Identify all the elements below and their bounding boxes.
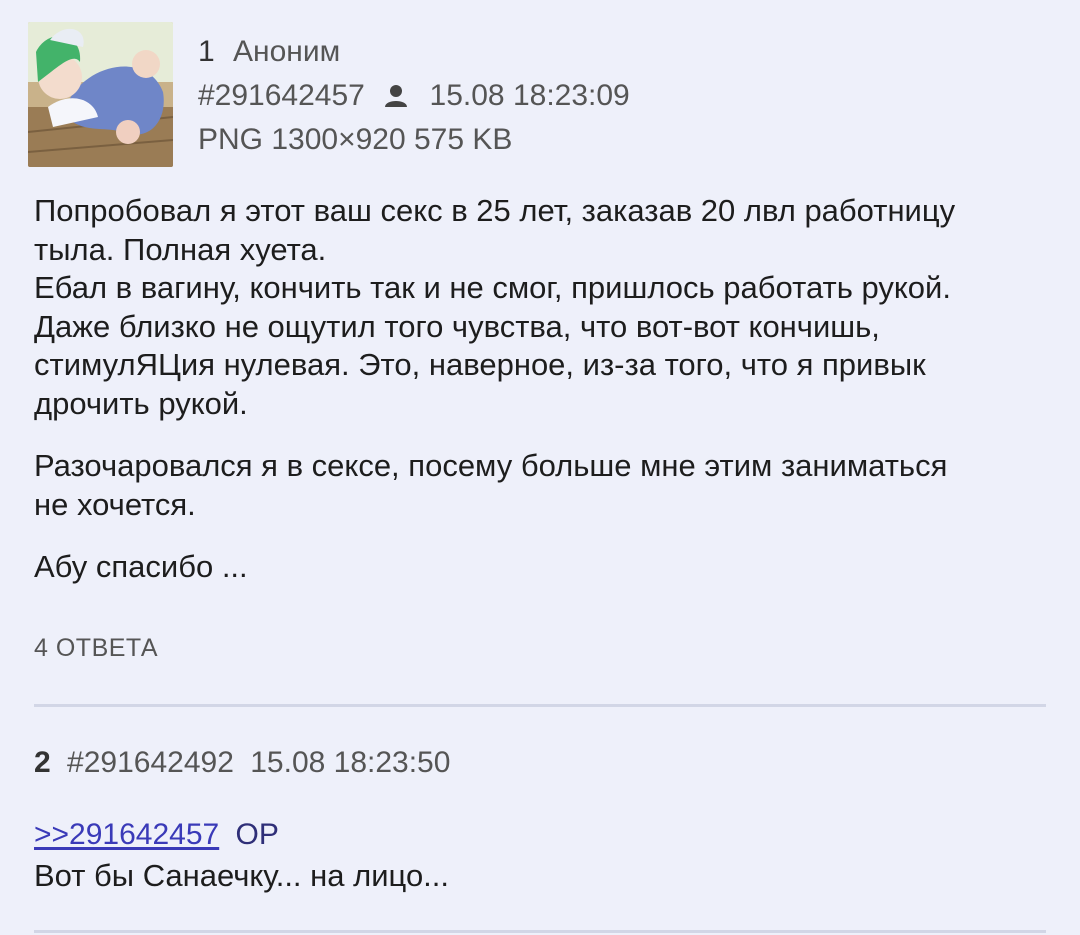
post-id[interactable]: #291642457 — [198, 79, 365, 112]
post-paragraph: Абу спасибо ... — [34, 549, 248, 584]
post-2-body: Вот бы Санаечку... на лицо... — [34, 858, 450, 893]
post-2-meta: 2 #291642492 15.08 18:23:50 — [34, 746, 450, 780]
post-datetime: 15.08 18:23:09 — [429, 79, 630, 112]
op-tag: OP — [235, 818, 279, 851]
post-number[interactable]: 1 — [198, 35, 215, 68]
reply-link[interactable]: >>291642457 — [34, 818, 219, 851]
post-datetime: 15.08 18:23:50 — [250, 746, 451, 779]
anime-thumbnail-image — [28, 22, 173, 167]
post-id[interactable]: #291642492 — [67, 746, 234, 779]
post-thumbnail[interactable] — [28, 22, 173, 167]
user-icon — [385, 85, 408, 107]
replies-button[interactable]: 4 ОТВЕТА — [34, 634, 158, 663]
post-paragraph: Разочаровался я в сексе, посему больше м… — [34, 448, 948, 522]
reply-reference: >>291642457 OP — [34, 818, 279, 852]
file-info: PNG 1300×920 575 KB — [198, 123, 513, 156]
post-number[interactable]: 2 — [34, 746, 51, 779]
post-paragraph: Попробовал я этот ваш секс в 25 лет, зак… — [34, 193, 956, 421]
post-divider — [34, 704, 1046, 707]
post-divider — [34, 930, 1046, 933]
post-1-meta: 1 Аноним #291642457 15.08 18:23:09 PNG 1… — [198, 30, 630, 162]
author-name: Аноним — [233, 35, 341, 68]
post-1-body: Попробовал я этот ваш секс в 25 лет, зак… — [34, 192, 1044, 611]
